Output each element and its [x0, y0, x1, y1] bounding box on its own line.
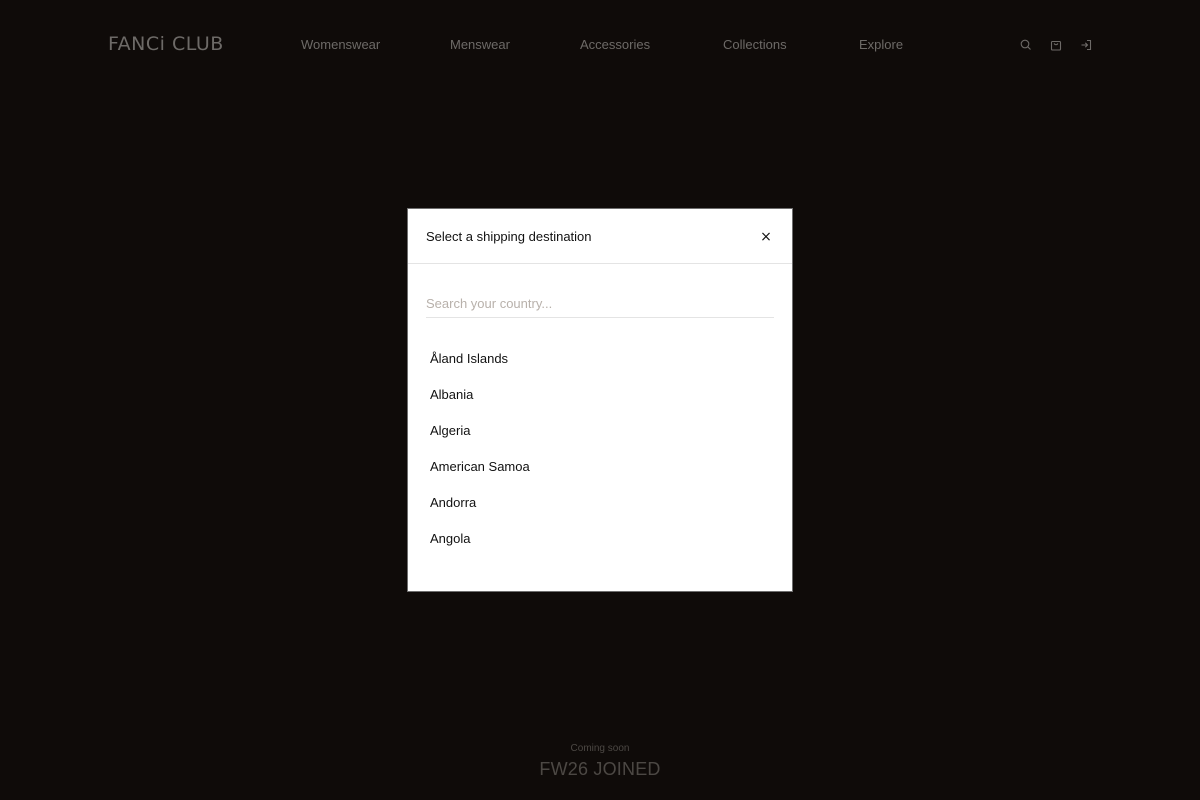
- country-option[interactable]: Åland Islands: [426, 341, 774, 377]
- login-icon[interactable]: [1079, 38, 1093, 52]
- search-icon[interactable]: [1019, 38, 1033, 52]
- site-header: FANCi CLUB Womenswear Menswear Accessori…: [0, 0, 1200, 90]
- collection-title: FW26 JOINED: [539, 759, 661, 779]
- country-option[interactable]: Albania: [426, 377, 774, 413]
- modal-title: Select a shipping destination: [426, 229, 592, 244]
- nav-accessories[interactable]: Accessories: [580, 37, 650, 52]
- country-option[interactable]: Andorra: [426, 485, 774, 521]
- country-option[interactable]: Algeria: [426, 413, 774, 449]
- coming-soon-label: Coming soon: [570, 743, 630, 754]
- nav-explore[interactable]: Explore: [859, 37, 903, 52]
- bag-icon[interactable]: [1049, 38, 1063, 52]
- nav-womenswear[interactable]: Womenswear: [301, 37, 380, 52]
- brand-logo[interactable]: FANCi CLUB: [108, 33, 224, 55]
- country-option[interactable]: Angola: [426, 521, 774, 557]
- nav-collections[interactable]: Collections: [723, 37, 787, 52]
- modal-header: Select a shipping destination ×: [408, 209, 792, 264]
- close-icon[interactable]: ×: [758, 229, 774, 245]
- nav-menswear[interactable]: Menswear: [450, 37, 510, 52]
- country-option[interactable]: American Samoa: [426, 449, 774, 485]
- page: FANCi CLUB Womenswear Menswear Accessori…: [0, 0, 1200, 800]
- country-list: Åland Islands Albania Algeria American S…: [426, 341, 774, 557]
- shipping-destination-modal: Select a shipping destination × Åland Is…: [407, 208, 793, 592]
- country-search-input[interactable]: [426, 289, 774, 318]
